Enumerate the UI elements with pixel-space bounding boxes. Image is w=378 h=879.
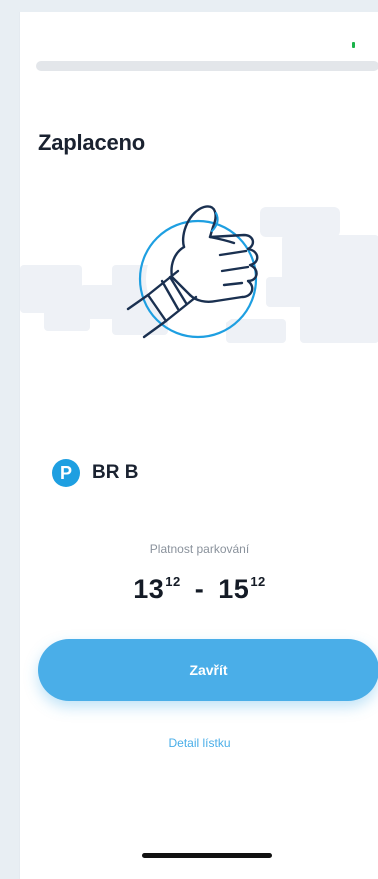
parking-icon: P: [52, 459, 80, 487]
validity-label: Platnost parkování: [149, 542, 250, 556]
end-minute: 12: [250, 574, 266, 589]
page-title: Zaplaceno: [38, 130, 146, 155]
parking-zone-row: P BR B: [52, 459, 138, 487]
signal-indicator-icon: [352, 42, 355, 48]
zone-name: BR B: [92, 462, 139, 483]
close-button[interactable]: Zavřít: [38, 639, 378, 701]
home-indicator[interactable]: [142, 853, 272, 858]
payment-confirmation-screen: Zaplaceno P BR B Platnost parkování 1312…: [19, 12, 378, 879]
sheet-handle[interactable]: [36, 61, 378, 71]
success-illustration: [20, 197, 378, 377]
ticket-detail-link[interactable]: Detail lístku: [20, 736, 378, 750]
start-minute: 12: [165, 574, 181, 589]
validity-time: 1312 - 1512: [20, 574, 378, 605]
thumbs-up-icon: [20, 205, 378, 343]
time-separator: -: [194, 574, 205, 604]
start-hour: 13: [133, 574, 165, 604]
end-hour: 15: [218, 574, 250, 604]
